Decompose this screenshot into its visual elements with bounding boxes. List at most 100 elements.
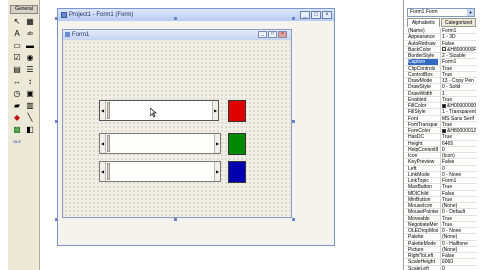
property-value[interactable]: &H8000000F&: [440, 46, 476, 53]
tool-commandbutton-icon[interactable]: ▬: [25, 41, 35, 51]
scroll-thumb[interactable]: [107, 163, 110, 180]
property-value[interactable]: False: [440, 159, 476, 166]
property-value[interactable]: (None): [440, 234, 476, 241]
resize-handle[interactable]: [292, 218, 295, 221]
tool-hscrollbar-icon[interactable]: ↔: [12, 77, 22, 87]
property-value[interactable]: 0 - None: [440, 228, 476, 234]
hscroll-green[interactable]: ◀ ▶: [99, 133, 221, 154]
tool-drivelistbox-icon[interactable]: ▣: [25, 89, 35, 99]
property-value[interactable]: &H00000000&: [440, 103, 476, 109]
minimize-icon[interactable]: _: [300, 11, 310, 19]
tool-frame-icon[interactable]: ▭: [12, 41, 22, 51]
resize-handle[interactable]: [174, 218, 177, 221]
property-value[interactable]: 0 - Halftone: [440, 240, 476, 247]
resize-handle[interactable]: [55, 17, 58, 20]
tool-checkbox-icon[interactable]: ☑: [12, 53, 22, 63]
tool-label-icon[interactable]: A: [12, 29, 22, 39]
property-value[interactable]: True: [440, 196, 476, 203]
property-value[interactable]: Form1: [440, 28, 476, 34]
scroll-thumb[interactable]: [107, 135, 110, 152]
property-value[interactable]: True: [440, 221, 476, 228]
tool-textbox-icon[interactable]: ab: [25, 29, 35, 39]
property-value[interactable]: False: [440, 253, 476, 259]
property-value[interactable]: False: [440, 40, 476, 47]
property-name: BorderStyle: [408, 53, 435, 59]
tool-shape-icon[interactable]: ◆: [12, 113, 22, 123]
property-value[interactable]: 1 - Transparent: [440, 109, 476, 116]
property-value[interactable]: (None): [440, 246, 476, 253]
tool-vscrollbar-icon[interactable]: ↕: [25, 77, 35, 87]
property-value[interactable]: 1 - 3D: [440, 34, 476, 41]
property-value[interactable]: 0: [440, 165, 476, 172]
property-value[interactable]: 0 - None: [440, 171, 476, 178]
property-value[interactable]: MS Sans Serif: [440, 115, 476, 122]
property-value[interactable]: 6060: [440, 259, 476, 266]
property-name: DrawMode: [408, 78, 433, 84]
property-value[interactable]: 0 - Default: [440, 209, 476, 216]
property-value[interactable]: True: [440, 96, 476, 103]
property-value[interactable]: True: [440, 121, 476, 128]
property-value[interactable]: 0: [440, 146, 476, 153]
tool-dirlistbox-icon[interactable]: ▰: [12, 101, 22, 111]
object-selector-dropdown[interactable]: Form1 Form ▼: [407, 8, 475, 17]
toolbox-panel: General ↖ ▦ Aab ▭ ▬ ☑ ◉ ▤ ☰ ↔ ↕ ◷ ▣ ▰ ▥ ◆ ╲ ▩ ◧ OLE: [8, 0, 40, 270]
tool-image-icon[interactable]: ▩: [12, 125, 22, 135]
resize-handle[interactable]: [292, 17, 295, 20]
property-value[interactable]: 2 - Sizable: [440, 53, 476, 59]
property-value[interactable]: True: [440, 215, 476, 222]
chevron-down-icon[interactable]: ▼: [467, 9, 474, 16]
scroll-thumb[interactable]: [107, 102, 110, 119]
property-value-text: 2 - Sizable: [442, 53, 466, 59]
toolbox-title[interactable]: General: [10, 5, 38, 14]
scroll-right-arrow-icon[interactable]: ▶: [214, 134, 220, 153]
color-preview-red[interactable]: [228, 100, 246, 122]
property-value[interactable]: 1: [440, 90, 476, 97]
property-value[interactable]: Form1: [440, 59, 476, 66]
property-value[interactable]: 0 - Solid: [440, 84, 476, 91]
close-icon[interactable]: ×: [322, 11, 332, 19]
tab-alphabetic[interactable]: Alphabetic: [407, 18, 440, 27]
property-value[interactable]: (None): [440, 203, 476, 209]
resize-handle[interactable]: [174, 17, 177, 20]
property-value[interactable]: &H80000012&: [440, 128, 476, 134]
scroll-right-arrow-icon[interactable]: ▶: [214, 162, 220, 181]
property-value[interactable]: True: [440, 134, 476, 141]
form1-window[interactable]: Form1 _ □ ×: [62, 29, 292, 218]
property-row[interactable]: ScaleLeft 0: [405, 265, 477, 270]
property-value[interactable]: Form1: [440, 178, 476, 184]
tool-pointer-icon[interactable]: ↖: [12, 17, 22, 27]
tool-data-icon[interactable]: ◧: [25, 125, 35, 135]
property-value[interactable]: (Icon): [440, 153, 476, 159]
resize-handle[interactable]: [55, 120, 58, 123]
tool-picturebox-icon[interactable]: ▦: [25, 17, 35, 27]
scroll-left-arrow-icon[interactable]: ◀: [100, 134, 106, 153]
property-value[interactable]: False: [440, 190, 476, 197]
resize-handle[interactable]: [292, 120, 295, 123]
form1-grid-surface[interactable]: [64, 41, 290, 217]
maximize-icon[interactable]: □: [311, 11, 321, 19]
tool-filelistbox-icon[interactable]: ▥: [25, 101, 35, 111]
resize-handle[interactable]: [55, 218, 58, 221]
tool-ole-icon[interactable]: OLE: [12, 137, 22, 147]
color-preview-blue[interactable]: [228, 161, 246, 183]
property-value-text: 0 - None: [442, 171, 462, 178]
hscroll-blue[interactable]: ◀ ▶: [99, 161, 221, 182]
tab-categorized[interactable]: Categorized: [441, 18, 476, 27]
property-value[interactable]: 6465: [440, 140, 476, 147]
property-value[interactable]: True: [440, 184, 476, 191]
scroll-left-arrow-icon[interactable]: ◀: [100, 101, 106, 120]
tool-line-icon[interactable]: ╲: [25, 113, 35, 123]
property-value[interactable]: 13 - Copy Pen: [440, 78, 476, 84]
scroll-right-arrow-icon[interactable]: ▶: [212, 101, 218, 120]
property-value[interactable]: True: [440, 65, 476, 72]
tool-timer-icon[interactable]: ◷: [12, 89, 22, 99]
property-value[interactable]: 0: [440, 265, 476, 270]
scroll-left-arrow-icon[interactable]: ◀: [100, 162, 106, 181]
tool-optionbutton-icon[interactable]: ◉: [25, 53, 35, 63]
tool-listbox-icon[interactable]: ☰: [25, 65, 35, 75]
property-value-text: MS Sans Serif: [442, 115, 474, 122]
tool-combobox-icon[interactable]: ▤: [12, 65, 22, 75]
property-value[interactable]: True: [440, 71, 476, 78]
color-preview-green[interactable]: [228, 133, 246, 155]
hscroll-red[interactable]: ◀ ▶: [99, 100, 219, 121]
